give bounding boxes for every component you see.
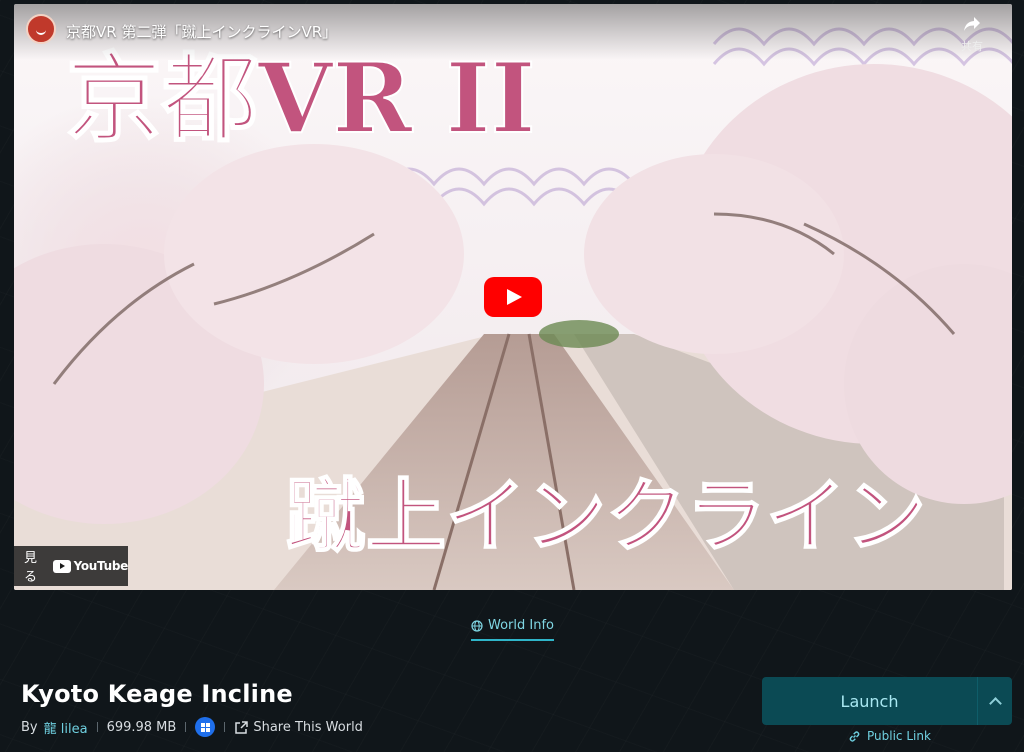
launch-options-button[interactable] <box>978 677 1012 725</box>
world-meta: By 龍 lilea 699.98 MB Share This World <box>21 717 363 737</box>
share-box-icon <box>235 720 249 734</box>
play-button[interactable] <box>484 277 542 317</box>
tab-label: World Info <box>488 618 554 633</box>
tab-world-info[interactable]: World Info <box>471 618 554 641</box>
chevron-up-icon <box>988 696 1002 710</box>
youtube-icon <box>52 559 71 573</box>
watch-on-youtube-button[interactable]: 見る YouTube <box>14 546 128 586</box>
world-title: Kyoto Keage Incline <box>21 680 293 708</box>
by-label: By <box>21 719 38 735</box>
launch-group: Launch <box>762 677 1012 725</box>
windows-icon <box>195 717 216 737</box>
channel-avatar[interactable] <box>26 14 56 44</box>
youtube-logo: YouTube <box>52 559 129 573</box>
share-label: 共有 <box>961 40 983 53</box>
link-icon <box>849 730 860 742</box>
share-world-label: Share This World <box>253 719 363 735</box>
file-size: 699.98 MB <box>106 719 177 735</box>
divider <box>224 722 226 732</box>
youtube-embed[interactable]: 京都VR II 蹴上インクライン 京都VR 第二弾「蹴上インクラインVR」 共有… <box>14 4 1012 590</box>
launch-button[interactable]: Launch <box>762 677 978 725</box>
divider <box>185 722 187 732</box>
share-world-button[interactable]: Share This World <box>234 720 363 735</box>
public-link[interactable]: Public Link <box>848 729 931 743</box>
public-link-label: Public Link <box>867 729 931 743</box>
youtube-logo-text: YouTube <box>73 559 129 573</box>
thumbnail-subtitle: 蹴上インクライン <box>286 469 926 563</box>
watch-on-label: 見る <box>24 551 38 585</box>
author-link[interactable]: 龍 lilea <box>44 718 88 737</box>
share-arrow-icon <box>964 17 980 31</box>
share-button[interactable]: 共有 <box>954 16 990 54</box>
video-title[interactable]: 京都VR 第二弾「蹴上インクラインVR」 <box>66 21 337 42</box>
globe-icon <box>471 619 483 632</box>
divider <box>96 722 98 732</box>
